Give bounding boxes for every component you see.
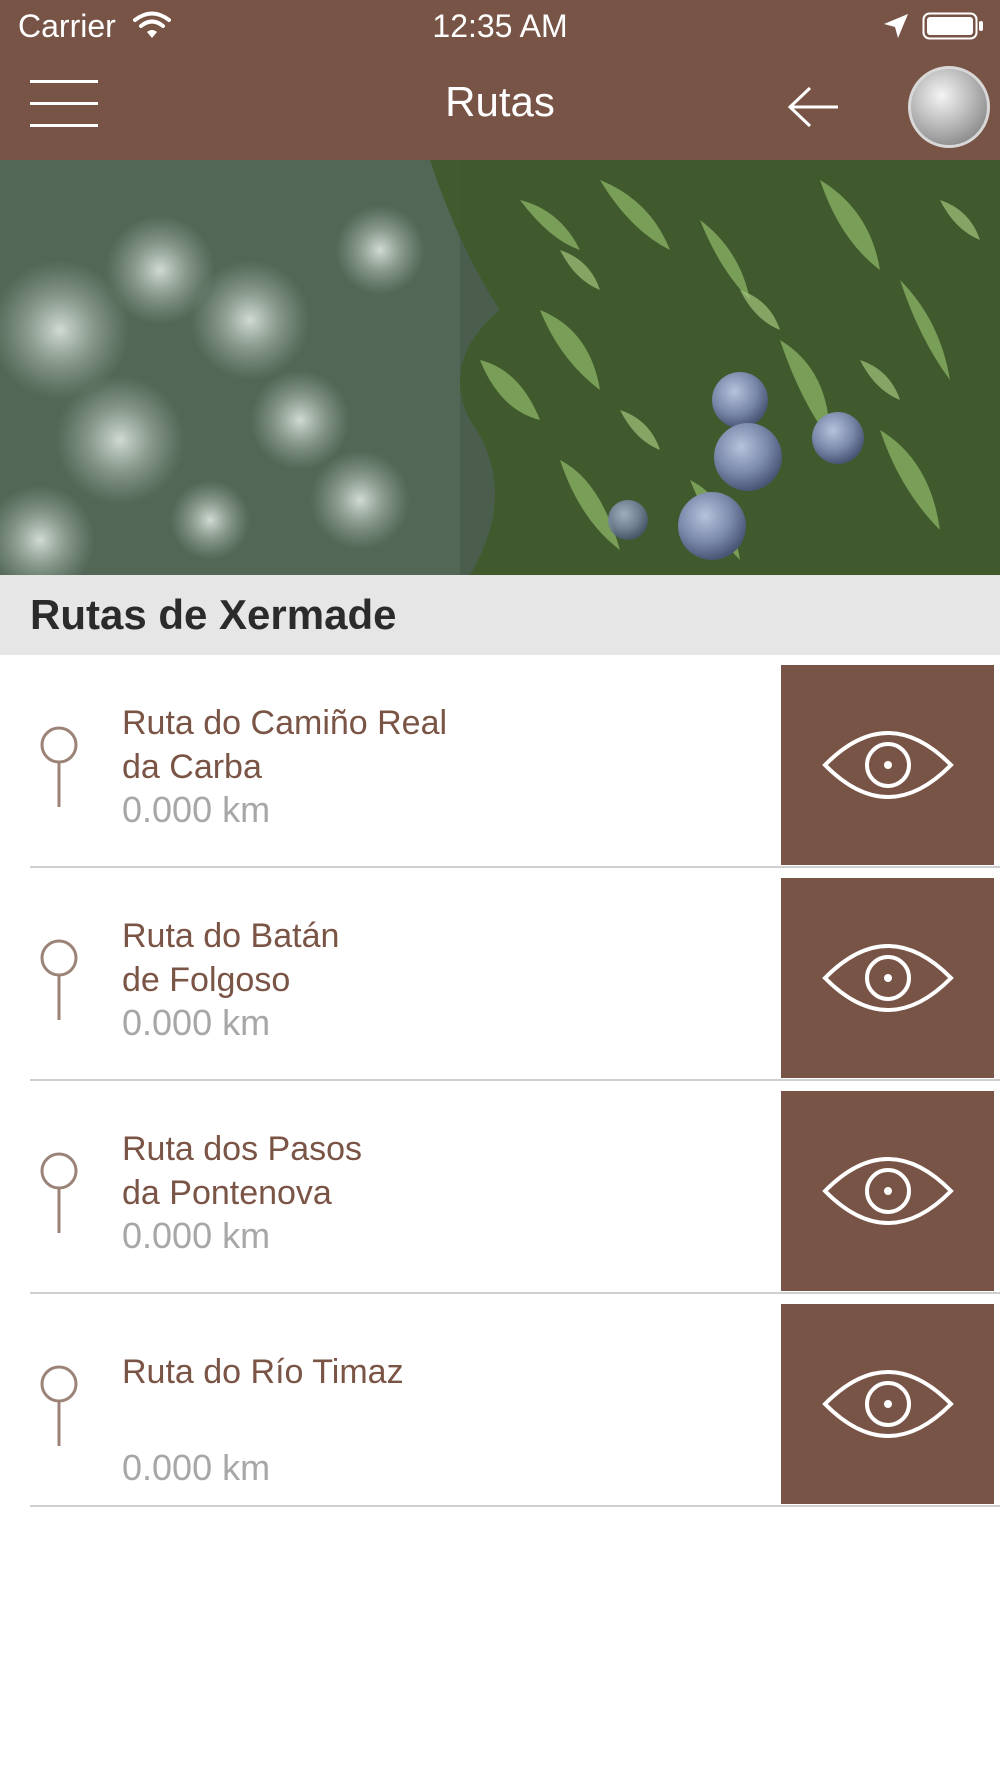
- map-pin-icon: [40, 1365, 78, 1446]
- eye-icon: [822, 731, 954, 799]
- route-name: Ruta do Batán de Folgoso: [122, 914, 642, 1002]
- map-pin-icon: [40, 1152, 78, 1233]
- navigation-bar: Rutas: [0, 54, 1000, 160]
- location-arrow-icon: [884, 14, 908, 38]
- route-name-line: de Folgoso: [122, 961, 291, 999]
- route-name-line: Ruta dos Pasos: [122, 1130, 363, 1168]
- route-name-line: da Pontenova: [122, 1174, 332, 1212]
- route-distance: 0.000 km: [122, 1215, 271, 1256]
- eye-icon: [822, 1157, 954, 1225]
- eye-icon: [822, 1370, 954, 1438]
- hero-image: [0, 160, 1000, 575]
- route-distance: 0.000 km: [122, 1447, 271, 1488]
- status-time: 12:35 AM: [432, 8, 568, 44]
- top-bar: Carrier 12:35 AM Rutas: [0, 0, 1000, 160]
- route-name: Ruta do Río Timaz: [122, 1350, 642, 1394]
- page-title: Rutas: [445, 78, 555, 125]
- map-pin-icon: [40, 939, 78, 1020]
- view-route-button[interactable]: [781, 1091, 994, 1291]
- route-name-line: Ruta do Batán: [122, 917, 340, 955]
- row-divider: [30, 1505, 1000, 1507]
- route-name-line: da Carba: [122, 748, 262, 786]
- battery-icon: [922, 12, 983, 40]
- view-route-button[interactable]: [781, 878, 994, 1078]
- section-title: Rutas de Xermade: [30, 591, 397, 638]
- view-route-button[interactable]: [781, 665, 994, 865]
- arrow-left-icon: [787, 86, 838, 128]
- route-distance: 0.000 km: [122, 1002, 271, 1043]
- route-name-line: Ruta do Camiño Real: [122, 704, 448, 742]
- route-list: Ruta do Camiño Real da Carba 0.000 km Ru…: [0, 655, 1000, 1507]
- list-item[interactable]: Ruta do Camiño Real da Carba 0.000 km: [0, 655, 1000, 868]
- avatar[interactable]: [908, 66, 990, 148]
- route-name-line: Ruta do Río Timaz: [122, 1353, 404, 1391]
- route-name: Ruta dos Pasos da Pontenova: [122, 1127, 642, 1215]
- route-name: Ruta do Camiño Real da Carba: [122, 701, 642, 789]
- map-pin-icon: [40, 726, 78, 807]
- list-item[interactable]: Ruta do Río Timaz 0.000 km: [0, 1294, 1000, 1507]
- view-route-button[interactable]: [781, 1304, 994, 1504]
- list-item[interactable]: Ruta do Batán de Folgoso 0.000 km: [0, 868, 1000, 1081]
- list-item[interactable]: Ruta dos Pasos da Pontenova 0.000 km: [0, 1081, 1000, 1294]
- section-header: Rutas de Xermade: [0, 575, 1000, 655]
- eye-icon: [822, 944, 954, 1012]
- juniper-photo-illustration: [0, 160, 1000, 575]
- route-distance: 0.000 km: [122, 789, 271, 830]
- back-button[interactable]: [786, 82, 842, 132]
- status-bar: Carrier 12:35 AM: [0, 0, 1000, 54]
